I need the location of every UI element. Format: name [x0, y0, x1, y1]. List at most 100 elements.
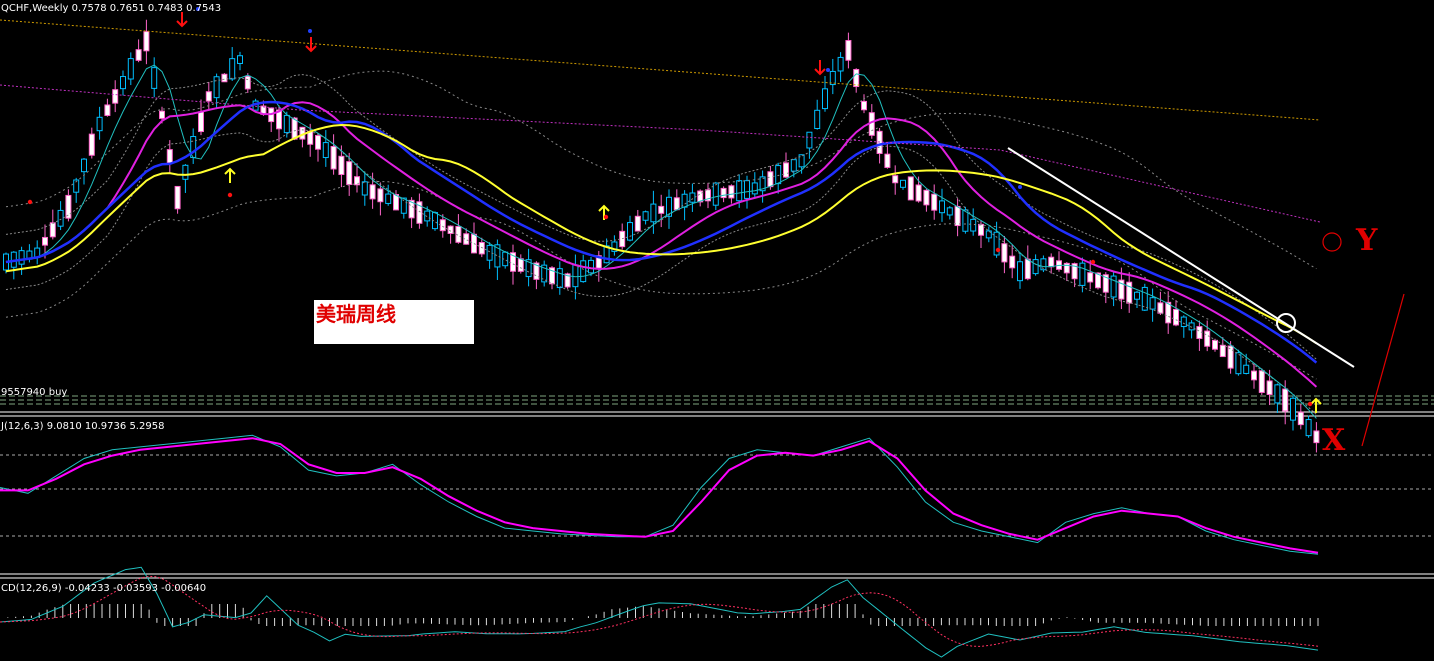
- candle-body: [783, 162, 789, 178]
- candle-body: [970, 218, 977, 232]
- candle-body: [1212, 339, 1218, 350]
- candle-body: [978, 223, 984, 236]
- trendline: [1007, 147, 1355, 368]
- candle-body: [907, 176, 914, 201]
- candle-body: [627, 222, 633, 241]
- candle-body: [377, 188, 384, 203]
- candle-body: [900, 179, 906, 188]
- candle-body: [361, 181, 368, 196]
- candle-body: [1258, 370, 1265, 393]
- candle-body: [369, 184, 376, 200]
- candle-body: [120, 76, 126, 90]
- candle-body: [229, 58, 236, 80]
- candle-body: [1282, 388, 1289, 412]
- candle-body: [689, 192, 696, 203]
- candle-body: [1134, 291, 1140, 300]
- candle-body: [892, 175, 899, 184]
- kdj-k-line: [0, 434, 1319, 555]
- candle-body: [744, 180, 750, 199]
- candle-body: [837, 56, 844, 72]
- candle-body: [931, 193, 938, 211]
- candle-body: [954, 205, 961, 227]
- candle-body: [845, 40, 852, 61]
- signal-dot: [995, 247, 1001, 253]
- candle-body: [775, 165, 782, 185]
- candle-body: [736, 180, 743, 202]
- kdj-oscillator: [0, 434, 1319, 555]
- macd-label: CD(12,26,9) -0.04233 -0.03593 -0.00640: [1, 583, 206, 594]
- candle-body: [322, 142, 329, 159]
- candle-body: [1024, 258, 1031, 280]
- x-mark: X: [1322, 423, 1346, 458]
- candle-body: [104, 104, 111, 116]
- signal-arrow: [305, 37, 317, 53]
- candle-body: [174, 185, 181, 210]
- signal-dot-blue: [1018, 185, 1022, 189]
- candle-body: [1305, 419, 1312, 437]
- candle-body: [1173, 308, 1179, 326]
- candle-body: [166, 149, 173, 164]
- candle-body: [127, 58, 134, 80]
- candle-body: [946, 207, 953, 216]
- candle-body: [1204, 330, 1211, 347]
- candle-body: [588, 259, 594, 274]
- candle-body: [18, 250, 25, 265]
- signal-arrow: [814, 60, 826, 76]
- candle-body: [1048, 256, 1055, 268]
- candle-body: [205, 91, 212, 102]
- candle-body: [751, 182, 758, 195]
- candle-body: [1274, 384, 1281, 404]
- candle-body: [244, 75, 251, 90]
- candle-body: [283, 114, 290, 134]
- note-text: 美瑞周线: [316, 302, 396, 326]
- candle-body: [1087, 272, 1094, 283]
- candle-body: [42, 236, 48, 246]
- candle-body: [1290, 397, 1296, 421]
- candle-body: [712, 182, 719, 206]
- candle-body: [221, 73, 228, 83]
- candle-body: [650, 203, 657, 223]
- macd-panel: [0, 566, 1319, 658]
- price-chart[interactable]: QCHF,Weekly 0.7578 0.7651 0.7483 0.7543 …: [0, 0, 1434, 661]
- candle-body: [1180, 316, 1187, 328]
- candle-body: [962, 209, 969, 232]
- candle-body: [1243, 364, 1250, 374]
- candle-body: [213, 76, 220, 99]
- candle-body: [822, 88, 828, 110]
- candle-body: [346, 161, 353, 185]
- signal-dot: [27, 199, 33, 205]
- candle-body: [1032, 259, 1039, 275]
- candle-body: [728, 185, 735, 199]
- candle-body: [1235, 352, 1242, 375]
- candle-body: [385, 193, 392, 204]
- candle-body: [1079, 262, 1086, 286]
- y-circle-marker: [1322, 232, 1342, 252]
- red-projection-line: [1361, 293, 1405, 447]
- kdj-d-line: [0, 437, 1319, 554]
- candle-body: [1009, 255, 1016, 269]
- candle-body: [49, 222, 56, 238]
- ma-20-line: [5, 100, 1318, 364]
- candle-body: [915, 184, 922, 202]
- candle-body: [923, 189, 930, 206]
- candle-body: [642, 211, 649, 221]
- signal-dot-blue: [826, 68, 830, 72]
- band-upper: [5, 70, 1317, 270]
- candle-body: [112, 89, 119, 104]
- candle-body: [1227, 345, 1234, 369]
- candle-body: [556, 268, 563, 289]
- candle-body: [806, 131, 813, 149]
- candle-body: [135, 49, 142, 61]
- candle-body: [572, 264, 579, 288]
- candle-body: [88, 133, 95, 156]
- candle-body: [1001, 243, 1008, 263]
- candle-body: [853, 68, 860, 88]
- candle-body: [634, 215, 641, 232]
- candle-body: [81, 158, 87, 173]
- candle-body: [237, 55, 243, 64]
- signal-dot: [227, 192, 233, 198]
- signal-arrow: [176, 12, 188, 28]
- signal-dot: [603, 214, 609, 220]
- candle-body: [767, 171, 774, 188]
- candle-body: [65, 194, 72, 219]
